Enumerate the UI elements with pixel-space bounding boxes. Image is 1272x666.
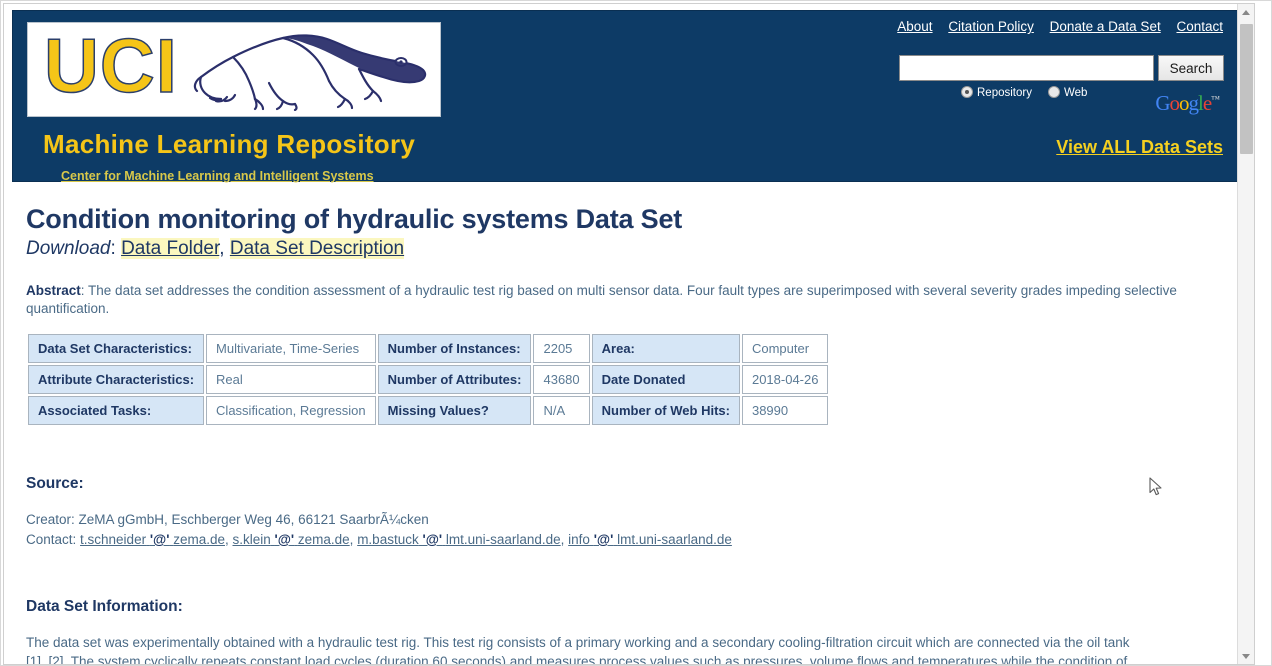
creator-label: Creator: [26, 512, 79, 528]
email-user: s.klein [232, 532, 271, 547]
search-scope-radios: Repository Web [961, 86, 1103, 99]
cell-value-attribute-characteristics: Real [206, 365, 376, 395]
download-label: Download [26, 238, 111, 259]
radio-repository-label: Repository [977, 87, 1032, 99]
nav-link-contact[interactable]: Contact [1176, 19, 1223, 34]
contact-email-s-klein[interactable]: s.klein '@' zema.de [233, 532, 350, 547]
contact-email-info[interactable]: info '@' lmt.uni-saarland.de [568, 532, 732, 547]
scroll-down-arrow-icon[interactable] [1238, 649, 1254, 664]
contact-label: Contact: [26, 532, 81, 547]
creator-line: Creator: ZeMA gGmbH, Eschberger Weg 46, … [26, 510, 1231, 530]
email-at: '@' [149, 532, 170, 547]
email-user: m.bastuck [357, 532, 419, 547]
section-heading-data-set-information: Data Set Information: [26, 597, 183, 615]
email-domain: lmt.uni-saarland.de [445, 532, 561, 547]
cell-key-data-set-characteristics: Data Set Characteristics: [28, 334, 205, 364]
email-domain: lmt.uni-saarland.de [617, 532, 732, 547]
cell-value-associated-tasks: Classification, Regression [206, 396, 376, 426]
nav-link-donate-a-data-set[interactable]: Donate a Data Set [1050, 19, 1161, 34]
abstract-text: The data set addresses the condition ass… [26, 283, 1177, 317]
repository-title: Machine Learning Repository [43, 129, 416, 159]
table-row: Data Set Characteristics: Multivariate, … [28, 334, 829, 364]
nav-link-citation-policy[interactable]: Citation Policy [948, 19, 1034, 34]
scroll-thumb[interactable] [1240, 24, 1253, 154]
repository-subtitle[interactable]: Center for Machine Learning and Intellig… [61, 169, 374, 183]
cell-key-attribute-characteristics: Attribute Characteristics: [28, 365, 205, 395]
radio-web-label: Web [1063, 87, 1088, 99]
view-all-data-sets-link[interactable]: View ALL Data Sets [1056, 137, 1223, 158]
nav-link-about[interactable]: About [897, 19, 932, 34]
dataset-page-body: Condition monitoring of hydraulic system… [26, 182, 1242, 664]
cell-key-number-of-web-hits: Number of Web Hits: [591, 396, 740, 426]
cell-value-number-of-attributes: 43680 [533, 365, 590, 395]
google-logo-icon: Google™ [1155, 91, 1220, 115]
data-set-information-body: The data set was experimentally obtained… [26, 633, 1231, 664]
abstract-label: Abstract [26, 283, 81, 298]
download-line: Download: Data Folder, Data Set Descript… [26, 238, 1242, 260]
cell-value-date-donated: 2018-04-26 [741, 365, 829, 395]
cell-value-number-of-instances: 2205 [533, 334, 590, 364]
uci-logo-box[interactable]: UCI [27, 22, 441, 117]
download-comma: , [219, 238, 230, 259]
cell-key-area: Area: [591, 334, 740, 364]
page-content: UCI Machine Learning Repository Center f… [4, 4, 1242, 664]
radio-repository[interactable] [961, 86, 973, 98]
section-heading-source: Source: [26, 475, 84, 493]
search-area: Search Repository Web Google™ [899, 55, 1224, 117]
anteater-logo-icon [193, 34, 427, 111]
email-domain: zema.de [297, 532, 350, 547]
cell-value-missing-values: N/A [533, 396, 590, 426]
top-navigation: About Citation Policy Donate a Data Set … [885, 19, 1223, 34]
contact-email-t-schneider[interactable]: t.schneider '@' zema.de [80, 532, 225, 547]
email-domain: zema.de [173, 532, 225, 547]
email-user: info [568, 532, 590, 547]
link-data-set-description[interactable]: Data Set Description [229, 238, 405, 259]
table-row: Associated Tasks: Classification, Regres… [28, 396, 829, 426]
dataset-metadata-table: Data Set Characteristics: Multivariate, … [26, 332, 830, 427]
cell-key-associated-tasks: Associated Tasks: [28, 396, 205, 426]
email-user: t.schneider [80, 532, 147, 547]
cell-value-area: Computer [741, 334, 829, 364]
page-title: Condition monitoring of hydraulic system… [26, 204, 683, 234]
email-at: '@' [593, 532, 614, 547]
contact-email-m-bastuck[interactable]: m.bastuck '@' lmt.uni-saarland.de [357, 532, 560, 547]
email-at: '@' [274, 532, 295, 547]
cell-value-data-set-characteristics: Multivariate, Time-Series [206, 334, 376, 364]
table-row: Attribute Characteristics: Real Number o… [28, 365, 829, 395]
email-at: '@' [422, 532, 443, 547]
search-button[interactable]: Search [1158, 55, 1224, 81]
site-banner: UCI Machine Learning Repository Center f… [12, 10, 1238, 183]
contact-line: Contact: t.schneider '@' zema.de, s.klei… [26, 532, 732, 547]
cell-value-number-of-web-hits: 38990 [741, 396, 829, 426]
creator-value: ZeMA gGmbH, Eschberger Weg 46, 66121 Saa… [78, 512, 429, 528]
dataset-info-line-2: [1], [2]. The system cyclically repeats … [26, 654, 1128, 664]
cell-key-missing-values: Missing Values? [377, 396, 532, 426]
radio-web[interactable] [1047, 86, 1060, 98]
cell-key-number-of-attributes: Number of Attributes: [377, 365, 532, 395]
dataset-info-line-1: The data set was experimentally obtained… [26, 634, 1130, 650]
browser-viewport: UCI Machine Learning Repository Center f… [0, 0, 1272, 666]
cell-key-number-of-instances: Number of Instances: [377, 334, 532, 364]
source-body: Creator: ZeMA gGmbH, Eschberger Weg 46, … [26, 510, 1231, 549]
download-separator: : [110, 238, 116, 259]
cell-key-date-donated: Date Donated [591, 365, 740, 395]
link-data-folder[interactable]: Data Folder [121, 238, 220, 259]
search-input[interactable] [899, 55, 1154, 81]
vertical-scrollbar[interactable] [1237, 4, 1254, 664]
abstract-block: Abstract: The data set addresses the con… [26, 282, 1231, 318]
page-frame: UCI Machine Learning Repository Center f… [3, 3, 1255, 665]
uci-wordmark: UCI [43, 23, 178, 110]
abstract-separator: : [80, 283, 85, 298]
scroll-up-arrow-icon[interactable] [1238, 5, 1254, 21]
